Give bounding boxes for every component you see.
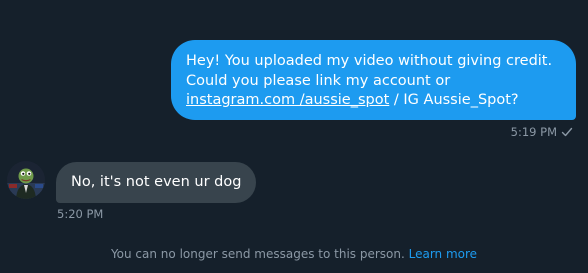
sender-avatar[interactable] xyxy=(7,161,45,199)
conversation-thread: Hey! You uploaded my video without givin… xyxy=(0,0,588,273)
outgoing-message-text-end: / IG Aussie_Spot? xyxy=(389,92,519,108)
outgoing-message-meta: 5:19 PM xyxy=(511,124,573,140)
incoming-message-bubble[interactable]: No, it's not even ur dog xyxy=(56,162,257,203)
learn-more-link[interactable]: Learn more xyxy=(409,247,477,261)
blocked-notice: You can no longer send messages to this … xyxy=(0,246,588,262)
outgoing-timestamp: 5:19 PM xyxy=(510,125,557,139)
instagram-link[interactable]: instagram.com /aussie_spot xyxy=(186,92,389,108)
incoming-timestamp: 5:20 PM xyxy=(57,207,104,221)
outgoing-message-bubble[interactable]: Hey! You uploaded my video without givin… xyxy=(171,40,576,120)
blocked-notice-text: You can no longer send messages to this … xyxy=(110,247,405,261)
checkmark-icon xyxy=(561,126,573,138)
outgoing-message-text: Hey! You uploaded my video without givin… xyxy=(186,53,553,89)
